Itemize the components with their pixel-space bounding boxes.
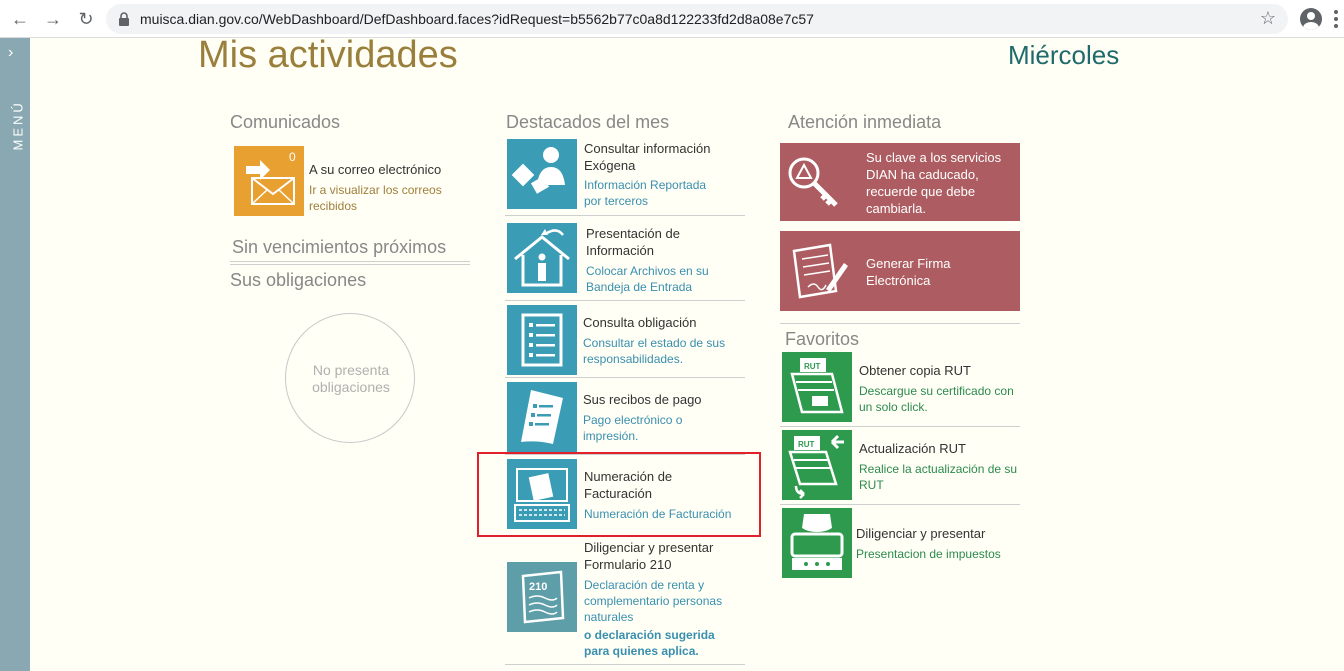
- exogena-title-1[interactable]: Consultar información: [584, 140, 710, 157]
- firma-line-1: Generar Firma: [866, 256, 951, 271]
- consulta-obligacion-sub-1[interactable]: Consultar el estado de sus: [583, 335, 725, 351]
- person-document-icon: [511, 147, 565, 194]
- account-icon[interactable]: [1300, 8, 1322, 30]
- mail-desc-line-2[interactable]: recibidos: [309, 198, 357, 214]
- rut-printer-icon: RUT: [790, 358, 844, 414]
- formulario-210-tile[interactable]: 210: [507, 562, 577, 632]
- url-text: muisca.dian.gov.co/WebDashboard/DefDashb…: [140, 11, 814, 27]
- formulario-210-sub-2[interactable]: complementario personas: [584, 593, 722, 609]
- consulta-obligacion-sub-2[interactable]: responsabilidades.: [583, 351, 683, 367]
- actualizacion-rut-title[interactable]: Actualización RUT: [859, 440, 966, 457]
- clave-line-3: recuerde que debe: [866, 184, 976, 199]
- recibos-tile[interactable]: [507, 382, 577, 452]
- copia-rut-sub-2[interactable]: un solo click.: [859, 399, 928, 415]
- formulario-210-bold-2[interactable]: para quienes aplica.: [584, 643, 699, 659]
- no-obligaciones-line-1: No presenta: [312, 362, 390, 378]
- divider: [505, 300, 745, 301]
- copia-rut-tile[interactable]: RUT: [782, 352, 852, 422]
- diligenciar-sub-1[interactable]: Presentacion de impuestos: [856, 546, 1001, 562]
- svg-text:RUT: RUT: [798, 440, 815, 449]
- lock-icon: [119, 12, 129, 26]
- consulta-obligacion-title[interactable]: Consulta obligación: [583, 314, 696, 331]
- no-obligaciones-circle: No presenta obligaciones: [285, 313, 415, 443]
- clave-line-4: cambiarla.: [866, 201, 926, 216]
- divider: [780, 323, 1020, 324]
- side-menu-label[interactable]: MENÚ: [11, 91, 26, 150]
- mail-count-badge: 0: [289, 150, 296, 164]
- divider: [505, 377, 745, 378]
- clave-line-1: Su clave a los servicios: [866, 150, 1002, 165]
- divider: [505, 215, 745, 216]
- side-menu[interactable]: › MENÚ: [0, 38, 30, 671]
- presentacion-sub-2[interactable]: Bandeja de Entrada: [586, 279, 692, 295]
- diligenciar-title[interactable]: Diligenciar y presentar: [856, 525, 985, 542]
- no-obligaciones-line-2: obligaciones: [312, 379, 390, 395]
- actualizacion-rut-sub-1[interactable]: Realice la actualización de su: [859, 461, 1017, 477]
- highlight-box: [477, 452, 761, 537]
- firma-line-2: Electrónica: [866, 273, 931, 288]
- back-icon[interactable]: ←: [9, 8, 31, 30]
- divider: [780, 426, 1020, 427]
- actualizacion-rut-tile[interactable]: RUT: [782, 430, 852, 500]
- sin-vencimientos-title: Sin vencimientos próximos: [232, 237, 447, 257]
- day-label: Miércoles: [1008, 40, 1120, 70]
- list-document-icon: [521, 313, 563, 367]
- formulario-210-sub-1[interactable]: Declaración de renta y: [584, 577, 704, 593]
- exogena-sub-2[interactable]: por terceros: [584, 193, 648, 209]
- formulario-210-title-2[interactable]: Formulario 210: [584, 556, 671, 573]
- divider: [780, 504, 1020, 505]
- presentacion-title-1[interactable]: Presentación de: [586, 225, 680, 242]
- exogena-sub-1[interactable]: Información Reportada: [584, 177, 706, 193]
- page-title: Mis actividades: [198, 34, 458, 76]
- presentacion-tile[interactable]: [507, 223, 577, 293]
- star-icon[interactable]: ☆: [1260, 8, 1276, 29]
- copia-rut-sub-1[interactable]: Descargue su certificado con: [859, 383, 1014, 399]
- presentacion-title-2[interactable]: Información: [586, 242, 654, 259]
- tax-machine-icon: [790, 514, 844, 570]
- formulario-210-title-1[interactable]: Diligenciar y presentar: [584, 539, 713, 556]
- mail-title[interactable]: A su correo electrónico: [309, 161, 441, 178]
- obligaciones-title: Sus obligaciones: [230, 270, 367, 290]
- kebab-menu-icon[interactable]: [1334, 10, 1338, 28]
- divider: [505, 664, 745, 665]
- comunicados-title: Comunicados: [230, 112, 341, 132]
- copia-rut-title[interactable]: Obtener copia RUT: [859, 362, 971, 379]
- formulario-210-bold-1[interactable]: o declaración sugerida: [584, 627, 715, 643]
- consulta-obligacion-tile[interactable]: [507, 305, 577, 375]
- divider: [230, 264, 470, 265]
- recibos-sub-2[interactable]: impresión.: [583, 428, 638, 444]
- actualizacion-rut-sub-2[interactable]: RUT: [859, 477, 884, 493]
- divider: [230, 261, 470, 262]
- address-bar[interactable]: muisca.dian.gov.co/WebDashboard/DefDashb…: [106, 4, 1288, 34]
- chevron-right-icon[interactable]: ›: [8, 44, 13, 62]
- clave-line-2: DIAN ha caducado,: [866, 167, 979, 182]
- rut-update-icon: RUT: [788, 434, 844, 499]
- browser-toolbar: ← → ↻ muisca.dian.gov.co/WebDashboard/De…: [0, 0, 1344, 38]
- diligenciar-tile[interactable]: [782, 508, 852, 578]
- exogena-title-2[interactable]: Exógena: [584, 157, 635, 174]
- mail-desc-line-1[interactable]: Ir a visualizar los correos: [309, 182, 442, 198]
- clave-caducada-card[interactable]: Su clave a los servicios DIAN ha caducad…: [780, 143, 1020, 221]
- firma-electronica-card[interactable]: Generar Firma Electrónica: [780, 231, 1020, 311]
- form-210-icon: 210: [521, 570, 565, 624]
- recibos-title[interactable]: Sus recibos de pago: [583, 391, 702, 408]
- forward-icon[interactable]: →: [42, 8, 64, 30]
- formulario-210-sub-3[interactable]: naturales: [584, 609, 633, 625]
- favoritos-title: Favoritos: [785, 329, 860, 349]
- atencion-title: Atención inmediata: [788, 112, 942, 132]
- house-info-icon: [514, 229, 570, 287]
- presentacion-sub-1[interactable]: Colocar Archivos en su: [586, 263, 709, 279]
- exogena-tile[interactable]: [507, 139, 577, 209]
- receipt-icon: [521, 390, 563, 444]
- key-warning-icon: [788, 157, 838, 207]
- svg-text:210: 210: [529, 581, 547, 593]
- recibos-sub-1[interactable]: Pago electrónico o: [583, 412, 682, 428]
- svg-text:RUT: RUT: [804, 362, 821, 371]
- reload-icon[interactable]: ↻: [75, 8, 97, 30]
- destacados-title: Destacados del mes: [506, 112, 670, 132]
- signature-document-icon: [792, 243, 848, 299]
